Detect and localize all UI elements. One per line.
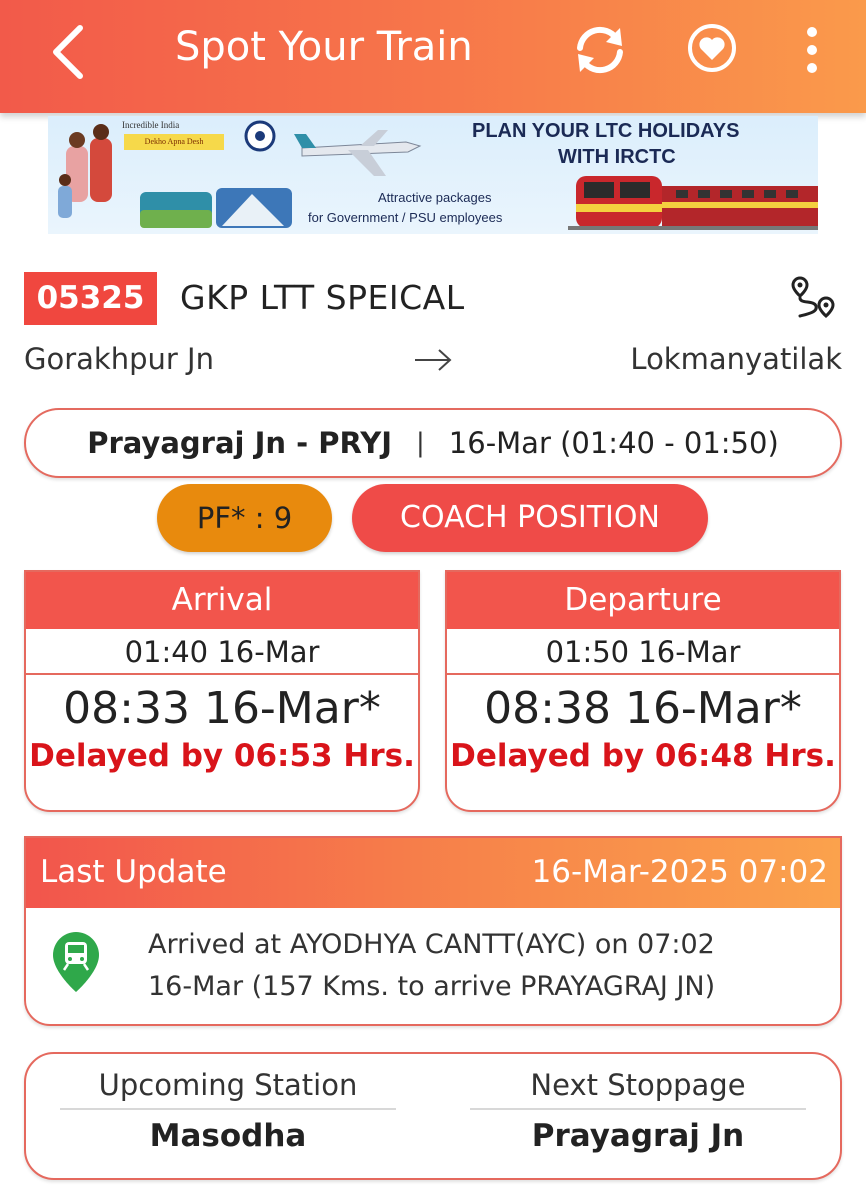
next-stoppage-label: Next Stoppage [470, 1068, 806, 1110]
banner-subtext-2: for Government / PSU employees [308, 210, 503, 225]
more-vertical-icon[interactable] [792, 24, 832, 76]
banner-subtext: Attractive packages [378, 190, 492, 205]
route-map-icon[interactable] [788, 272, 840, 324]
last-update-line-1: Arrived at AYODHYA CANTT(AYC) on 07:02 [148, 929, 715, 960]
arrival-actual: 08:33 16-Mar* [63, 683, 381, 734]
upcoming-station-value: Masodha [149, 1118, 307, 1154]
banner-headline-2: WITH IRCTC [558, 146, 676, 168]
next-stoppage: Next Stoppage Prayagraj Jn [470, 1068, 806, 1154]
departure-scheduled: 01:50 16-Mar [447, 629, 839, 675]
last-update-text: Arrived at AYODHYA CANTT(AYC) on 07:02 1… [148, 924, 828, 1008]
upcoming-station: Upcoming Station Masodha [60, 1068, 396, 1154]
arrival-scheduled: 01:40 16-Mar [26, 629, 418, 675]
last-update-header: Last Update 16-Mar-2025 07:02 [26, 838, 840, 908]
banner-tag: Incredible India [122, 120, 180, 130]
arrival-card: Arrival 01:40 16-Mar 08:33 16-Mar* Delay… [24, 570, 420, 812]
app-header: Spot Your Train [0, 0, 866, 113]
arrival-label: Arrival [26, 572, 418, 629]
platform-badge[interactable]: PF* : 9 [157, 484, 332, 552]
arrow-right-icon [415, 349, 452, 371]
last-update-label: Last Update [40, 854, 227, 890]
train-number-badge: 05325 [24, 272, 157, 325]
station-name: Prayagraj Jn - PRYJ [87, 426, 393, 460]
heart-icon[interactable] [686, 22, 738, 74]
upcoming-station-label: Upcoming Station [60, 1068, 396, 1110]
departure-card: Departure 01:50 16-Mar 08:38 16-Mar* Del… [445, 570, 841, 812]
train-location-pin-icon [53, 932, 99, 992]
arrival-delay: Delayed by 06:53 Hrs. [29, 738, 415, 774]
last-update-timestamp: 16-Mar-2025 07:02 [531, 854, 828, 890]
destination-station: Lokmanyatilak [630, 342, 842, 376]
selected-station-pill[interactable]: Prayagraj Jn - PRYJ | 16-Mar (01:40 - 01… [24, 408, 842, 478]
chevron-left-icon[interactable] [46, 20, 90, 84]
origin-station: Gorakhpur Jn [24, 342, 214, 376]
station-separator: | [416, 428, 425, 458]
train-name: GKP LTT SPEICAL [180, 278, 465, 317]
page-title: Spot Your Train [175, 24, 473, 70]
departure-actual: 08:38 16-Mar* [484, 683, 802, 734]
promo-banner[interactable]: Incredible India Dekho Apna Desh PLAN YO… [48, 116, 818, 234]
last-update-card: Last Update 16-Mar-2025 07:02 Arrived at… [24, 836, 842, 1026]
departure-delay: Delayed by 06:48 Hrs. [450, 738, 836, 774]
refresh-icon[interactable] [570, 20, 630, 80]
banner-tag-badge: Dekho Apna Desh [124, 134, 224, 150]
station-time-window: 16-Mar (01:40 - 01:50) [448, 426, 779, 460]
last-update-line-2: 16-Mar (157 Kms. to arrive PRAYAGRAJ JN) [148, 971, 716, 1002]
banner-headline: PLAN YOUR LTC HOLIDAYS [472, 120, 740, 142]
upcoming-stations-card: Upcoming Station Masodha Next Stoppage P… [24, 1052, 842, 1180]
next-stoppage-value: Prayagraj Jn [531, 1118, 745, 1154]
departure-label: Departure [447, 572, 839, 629]
coach-position-button[interactable]: COACH POSITION [352, 484, 708, 552]
